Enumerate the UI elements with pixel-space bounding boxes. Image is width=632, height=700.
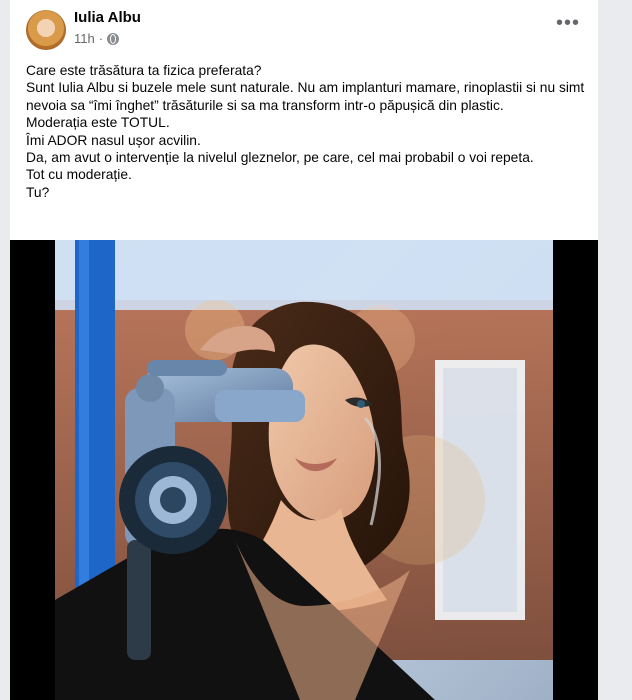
post-line-3: Moderația este TOTUL.: [26, 115, 170, 131]
post-line-2: Sunt Iulia Albu si buzele mele sunt natu…: [26, 80, 585, 113]
post-card: Iulia Albu 11h · ••• Care este trăsătura…: [10, 0, 598, 700]
post-image[interactable]: [55, 240, 553, 700]
post-line-7: Tu?: [26, 184, 50, 200]
author-avatar[interactable]: [26, 10, 66, 50]
dot-separator: ·: [98, 31, 104, 46]
post-line-5: Da, am avut o intervenție la nivelul gle…: [26, 150, 534, 166]
more-options-icon[interactable]: •••: [556, 13, 580, 33]
post-time[interactable]: 11h: [74, 31, 95, 46]
post-image-container[interactable]: [10, 240, 598, 700]
post-meta: 11h ·: [74, 31, 120, 46]
author-name[interactable]: Iulia Albu: [74, 9, 141, 26]
post-text: Care este trăsătura ta fizica preferata?…: [26, 62, 591, 201]
globe-icon[interactable]: [107, 32, 120, 45]
post-line-4: Îmi ADOR nasul ușor acvilin.: [26, 132, 201, 148]
post-line-6: Tot cu moderație.: [26, 167, 132, 183]
post-header: Iulia Albu 11h · •••: [10, 0, 598, 52]
photo-illustration: [55, 240, 553, 700]
post-line-1: Care este trăsătura ta fizica preferata?: [26, 63, 262, 78]
